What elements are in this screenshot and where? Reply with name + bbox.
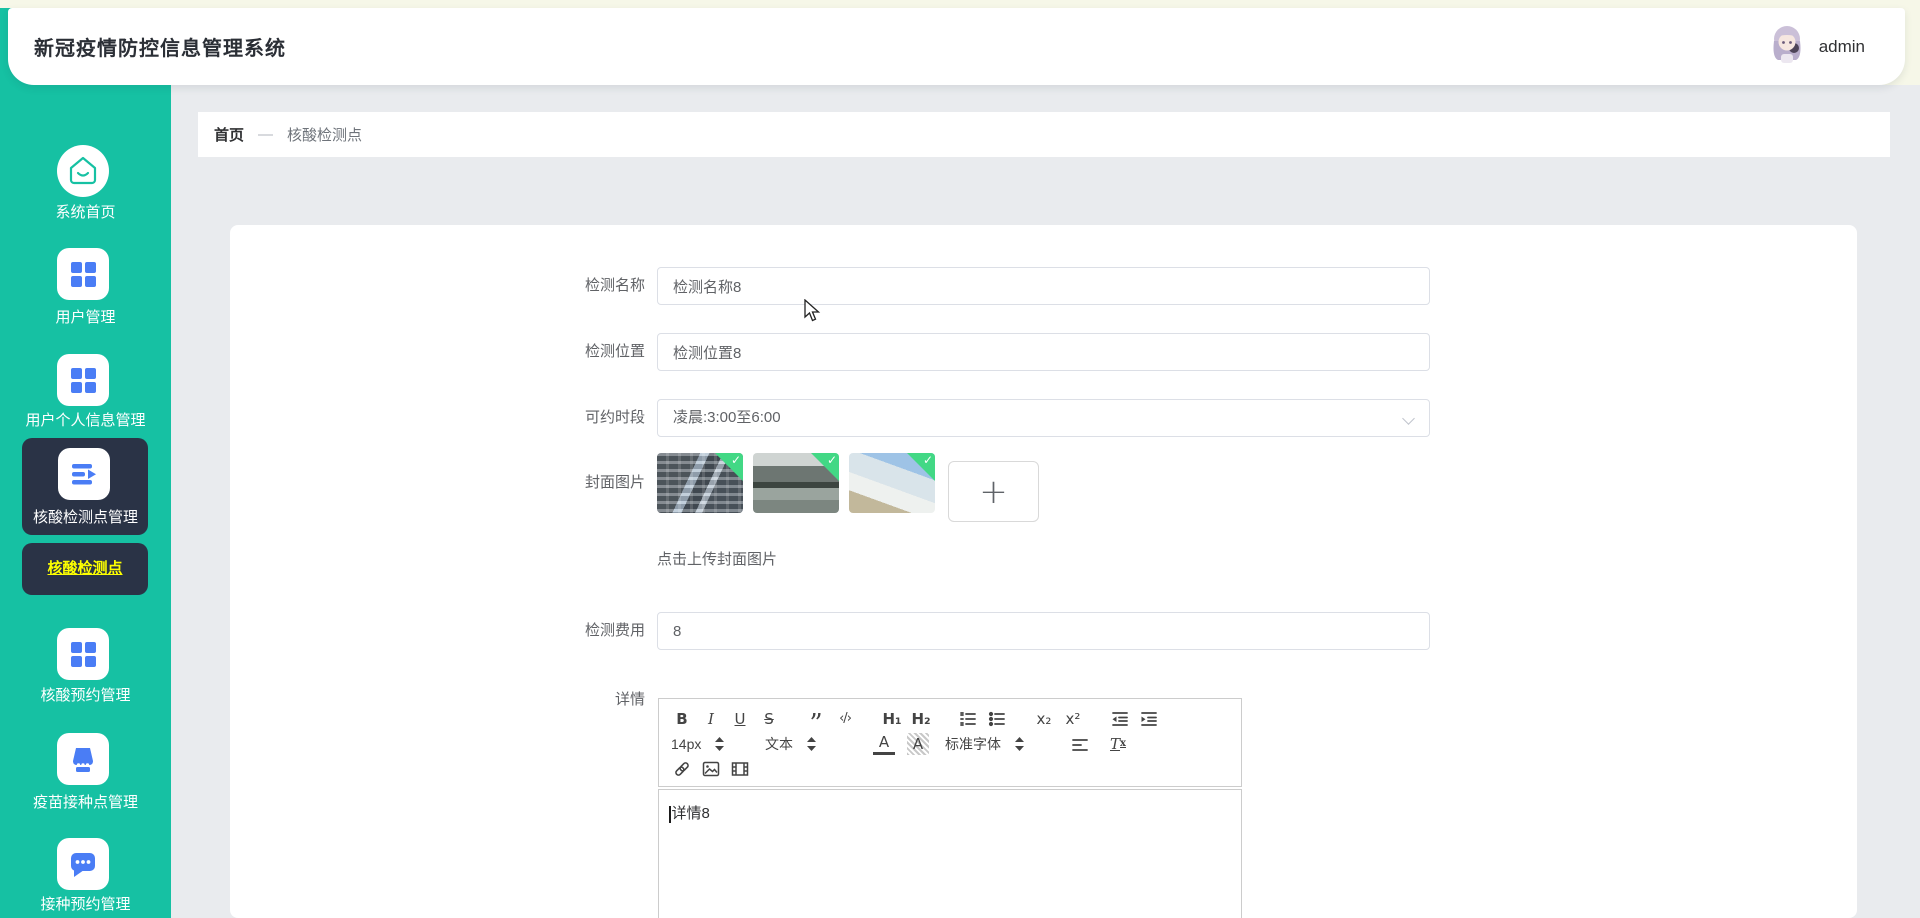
background-color-button[interactable]: A [907, 732, 929, 755]
plus-icon: + [979, 471, 1008, 512]
sidebar-item-label: 接种预约管理 [40, 896, 131, 913]
sidebar-item-label: 核酸检测点管理 [32, 509, 138, 526]
ordered-list-button[interactable] [957, 708, 979, 730]
editor-text: 详情8 [671, 805, 710, 822]
timeslot-select[interactable]: 凌晨:3:00至6:00 [657, 399, 1430, 437]
grid-icon [57, 628, 109, 680]
sidebar-subitem-label: 核酸检测点 [47, 560, 123, 577]
sidebar-item-home[interactable]: 系统首页 [0, 137, 171, 237]
header-1-button[interactable]: H₁ [881, 708, 903, 730]
sidebar-item-vaccine-point[interactable]: 疫苗接种点管理 [0, 725, 171, 825]
sidebar-item-nucleic-mgmt[interactable]: 核酸检测点管理 [22, 438, 148, 535]
breadcrumb-separator: — [258, 126, 274, 143]
text-caret [669, 805, 671, 823]
bullet-list-button[interactable] [986, 708, 1008, 730]
outdent-button[interactable] [1109, 708, 1131, 730]
main-content: 首页 — 核酸检测点 检测名称 检测位置 可约时段 凌晨:3:00至6:00 封… [171, 85, 1920, 918]
shop-icon [57, 733, 109, 785]
underline-button[interactable]: U [729, 708, 751, 730]
editor-content[interactable]: 详情8 [658, 789, 1242, 918]
fee-input[interactable] [657, 612, 1430, 650]
home-icon [57, 145, 109, 197]
list-arrow-icon [58, 448, 110, 500]
image-icon[interactable] [700, 758, 722, 780]
upload-hint: 点击上传封面图片 [657, 551, 778, 568]
link-icon[interactable] [671, 758, 693, 780]
font-size-picker[interactable]: 14px [671, 736, 745, 752]
sidebar-item-nucleic-booking[interactable]: 核酸预约管理 [0, 620, 171, 720]
fee-label: 检测费用 [584, 622, 645, 639]
indent-button[interactable] [1138, 708, 1160, 730]
editor-toolbar: B I U S ” ‹/› H₁ H₂ x₂ x² 14px 文本 A A 标准… [658, 698, 1242, 787]
sidebar-item-users[interactable]: 用户管理 [0, 240, 171, 340]
updown-icon [807, 736, 816, 751]
subscript-button[interactable]: x₂ [1033, 708, 1055, 730]
avatar [1767, 23, 1807, 70]
cover-photo-3[interactable]: ✓ [849, 453, 935, 513]
sidebar-item-label: 用户管理 [55, 309, 116, 326]
chat-icon [57, 838, 109, 890]
chevron-down-icon [1402, 412, 1415, 425]
grid-icon [57, 248, 109, 300]
updown-icon [715, 736, 725, 751]
cover-photo-2[interactable]: ✓ [753, 453, 839, 513]
check-icon: ✓ [826, 453, 837, 467]
font-family-picker[interactable]: 标准字体 [945, 734, 1049, 754]
check-icon: ✓ [922, 453, 933, 467]
clear-format-button[interactable]: Tx [1107, 733, 1129, 755]
cover-label: 封面图片 [584, 474, 645, 491]
detect-name-label: 检测名称 [584, 277, 645, 294]
timeslot-value: 凌晨:3:00至6:00 [673, 409, 781, 426]
video-icon[interactable] [729, 758, 751, 780]
sidebar-item-vaccine-booking[interactable]: 接种预约管理 [0, 830, 171, 918]
align-button[interactable] [1069, 733, 1091, 755]
italic-button[interactable]: I [700, 708, 722, 730]
sidebar-item-label: 核酸预约管理 [40, 687, 131, 704]
superscript-button[interactable]: x² [1062, 708, 1084, 730]
check-icon: ✓ [730, 453, 741, 467]
format-picker[interactable]: 文本 [765, 734, 853, 754]
sidebar-item-label: 用户个人信息管理 [25, 412, 146, 429]
username: admin [1818, 36, 1865, 56]
breadcrumb-home[interactable]: 首页 [214, 124, 244, 145]
breadcrumb-current: 核酸检测点 [287, 127, 363, 144]
user-menu[interactable]: admin [1767, 23, 1865, 70]
app-root: 系统首页 用户管理 用户个人信息管理 核酸检测点管理 核酸检测点 核酸预约管理 … [0, 0, 1920, 918]
detail-label: 详情 [614, 691, 645, 708]
rich-text-editor: B I U S ” ‹/› H₁ H₂ x₂ x² 14px 文本 A A 标准… [658, 698, 1242, 918]
timeslot-label: 可约时段 [584, 409, 645, 426]
strikethrough-button[interactable]: S [758, 708, 780, 730]
blockquote-button[interactable]: ” [805, 708, 827, 737]
upload-cover-button[interactable]: + [948, 461, 1039, 522]
grid-icon [57, 354, 109, 406]
sidebar: 系统首页 用户管理 用户个人信息管理 核酸检测点管理 核酸检测点 核酸预约管理 … [0, 8, 171, 918]
sidebar-subitem-nucleic-point[interactable]: 核酸检测点 [22, 543, 148, 595]
detect-name-input[interactable] [657, 267, 1430, 305]
bold-button[interactable]: B [671, 708, 693, 730]
updown-icon [1015, 736, 1024, 751]
sidebar-item-label: 系统首页 [55, 204, 116, 221]
header-2-button[interactable]: H₂ [910, 708, 932, 730]
sidebar-item-user-info[interactable]: 用户个人信息管理 [0, 346, 171, 446]
header: 新冠疫情防控信息管理系统 admin [8, 8, 1905, 85]
cover-photo-1[interactable]: ✓ [657, 453, 743, 513]
text-color-button[interactable]: A [873, 733, 895, 755]
form-card: 检测名称 检测位置 可约时段 凌晨:3:00至6:00 封面图片 ✓ ✓ [230, 225, 1857, 918]
mouse-cursor [804, 298, 824, 328]
code-block-button[interactable]: ‹/› [834, 708, 856, 730]
sidebar-item-label: 疫苗接种点管理 [32, 794, 138, 811]
page-title: 新冠疫情防控信息管理系统 [34, 38, 286, 60]
detect-location-label: 检测位置 [584, 343, 645, 360]
breadcrumb: 首页 — 核酸检测点 [198, 112, 1890, 157]
detect-location-input[interactable] [657, 333, 1430, 371]
